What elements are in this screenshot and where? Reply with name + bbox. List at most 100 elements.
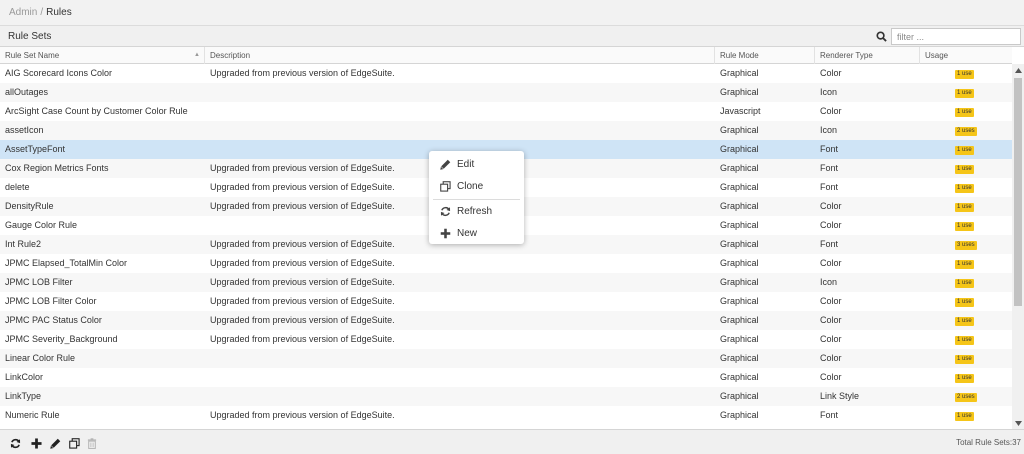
table-row[interactable]: JPMC LOB Filter Upgraded from previous ve… <box>0 273 1012 292</box>
usage-badge: 1 use <box>955 108 974 117</box>
cell-mode: Graphical <box>720 68 759 78</box>
usage-badge: 1 use <box>955 412 974 421</box>
cell-renderer: Icon <box>820 277 838 287</box>
clone-button[interactable] <box>67 436 81 450</box>
refresh-icon <box>439 205 451 217</box>
usage-badge: 1 use <box>955 184 974 193</box>
scroll-thumb[interactable] <box>1014 78 1022 306</box>
context-menu-refresh[interactable]: Refresh <box>429 201 524 221</box>
usage-badge: 1 use <box>955 89 974 98</box>
table-row[interactable]: Linear Color Rule Graphical Color 1 use <box>0 349 1012 368</box>
scroll-down-icon[interactable] <box>1012 418 1024 428</box>
add-button[interactable] <box>29 436 43 450</box>
cell-name: DensityRule <box>5 201 54 211</box>
cell-mode: Graphical <box>720 296 759 306</box>
cell-mode: Graphical <box>720 125 759 135</box>
usage-badge: 1 use <box>955 355 974 364</box>
filter-input[interactable] <box>891 28 1021 45</box>
cell-name: Int Rule2 <box>5 239 42 249</box>
table-row[interactable]: JPMC LOB Filter Color Upgraded from previ… <box>0 292 1012 311</box>
vertical-scrollbar[interactable] <box>1012 64 1024 429</box>
cell-name: JPMC LOB Filter Color <box>5 296 97 306</box>
sort-asc-icon: ▲ <box>194 52 200 58</box>
scroll-up-icon[interactable] <box>1012 65 1024 75</box>
breadcrumb-admin-link[interactable]: Admin <box>9 7 37 18</box>
cell-name: JPMC Severity_Background <box>5 334 118 344</box>
cell-name: Cox Region Metrics Fonts <box>5 163 109 173</box>
context-menu-edit[interactable]: Edit <box>429 154 524 174</box>
plus-icon <box>439 227 451 239</box>
column-header-rule-mode[interactable]: Rule Mode <box>715 47 815 64</box>
cell-description: Upgraded from previous version of EdgeSu… <box>210 68 395 78</box>
table-row[interactable]: ArcSight Case Count by Customer Color Ru… <box>0 102 1012 121</box>
usage-badge: 1 use <box>955 165 974 174</box>
cell-mode: Graphical <box>720 220 759 230</box>
column-header-description[interactable]: Description <box>205 47 715 64</box>
cell-description: Upgraded from previous version of EdgeSu… <box>210 258 395 268</box>
cell-name: LinkType <box>5 391 42 401</box>
footer-toolbar: Total Rule Sets:37 <box>0 429 1024 454</box>
cell-renderer: Font <box>820 410 839 420</box>
table-row[interactable]: JPMC Severity_Background Upgraded from pr… <box>0 330 1012 349</box>
cell-name: JPMC LOB Filter <box>5 277 73 287</box>
cell-description: Upgraded from previous version of EdgeSu… <box>210 296 395 306</box>
cell-name: JPMC PAC Status Color <box>5 315 102 325</box>
cell-description: Upgraded from previous version of EdgeSu… <box>210 334 395 344</box>
cell-name: Gauge Color Rule <box>5 220 78 230</box>
usage-badge: 1 use <box>955 146 974 155</box>
refresh-icon <box>10 438 20 448</box>
cell-renderer: Color <box>820 106 842 116</box>
usage-badge: 1 use <box>955 222 974 231</box>
cell-description <box>205 387 715 406</box>
cell-mode: Graphical <box>720 163 759 173</box>
cell-description: Upgraded from previous version of EdgeSu… <box>210 315 395 325</box>
column-header-usage[interactable]: Usage <box>920 47 1012 64</box>
cell-renderer: Color <box>820 258 842 268</box>
cell-description: Upgraded from previous version of EdgeSu… <box>210 277 395 287</box>
cell-mode: Graphical <box>720 258 759 268</box>
usage-badge: 1 use <box>955 298 974 307</box>
trash-icon <box>87 437 97 449</box>
cell-name: allOutages <box>5 87 49 97</box>
cell-mode: Graphical <box>720 144 759 154</box>
cell-name: Linear Color Rule <box>5 353 76 363</box>
cell-name: delete <box>5 182 30 192</box>
table-row[interactable]: JPMC PAC Status Color Upgraded from previ… <box>0 311 1012 330</box>
table-row[interactable]: JPMC Elapsed_TotalMin Color Upgraded from… <box>0 254 1012 273</box>
context-menu: Edit Clone Refresh New <box>429 151 524 244</box>
cell-renderer: Color <box>820 220 842 230</box>
table-row[interactable]: Numeric Rule Upgraded from previous versi… <box>0 406 1012 425</box>
breadcrumb: Admin / Rules <box>0 0 1024 26</box>
delete-button[interactable] <box>85 436 99 450</box>
table-row[interactable]: AIG Scorecard Icons Color Upgraded from p… <box>0 64 1012 83</box>
cell-mode: Graphical <box>720 277 759 287</box>
context-menu-clone[interactable]: Clone <box>429 176 524 196</box>
edit-button[interactable] <box>48 436 62 450</box>
cell-mode: Graphical <box>720 182 759 192</box>
cell-mode: Graphical <box>720 87 759 97</box>
cell-mode: Graphical <box>720 372 759 382</box>
refresh-button[interactable] <box>8 436 22 450</box>
search-icon[interactable] <box>872 28 890 45</box>
table-row[interactable]: allOutages Graphical Icon 1 use <box>0 83 1012 102</box>
cell-name: LinkColor <box>5 372 44 382</box>
usage-badge: 2 uses <box>955 393 977 402</box>
cell-description <box>205 368 715 387</box>
table-row[interactable]: LinkType Graphical Link Style 2 uses <box>0 387 1012 406</box>
context-menu-new[interactable]: New <box>429 223 524 243</box>
table-row[interactable]: LinkColor Graphical Color 1 use <box>0 368 1012 387</box>
rule-sets-table: AIG Scorecard Icons Color Upgraded from p… <box>0 64 1012 429</box>
clone-icon <box>68 437 80 449</box>
column-header-renderer-type[interactable]: Renderer Type <box>815 47 920 64</box>
usage-badge: 2 uses <box>955 127 977 136</box>
cell-renderer: Color <box>820 315 842 325</box>
cell-renderer: Icon <box>820 87 838 97</box>
table-row[interactable]: assetIcon Graphical Icon 2 uses <box>0 121 1012 140</box>
column-header-rule-set-name[interactable]: Rule Set Name ▲ <box>0 47 205 64</box>
usage-badge: 1 use <box>955 336 974 345</box>
breadcrumb-separator: / <box>40 7 44 18</box>
pencil-icon <box>49 438 60 449</box>
usage-badge: 1 use <box>955 374 974 383</box>
column-header-row: Rule Set Name ▲ Description Rule Mode Re… <box>0 47 1012 64</box>
cell-renderer: Color <box>820 372 842 382</box>
